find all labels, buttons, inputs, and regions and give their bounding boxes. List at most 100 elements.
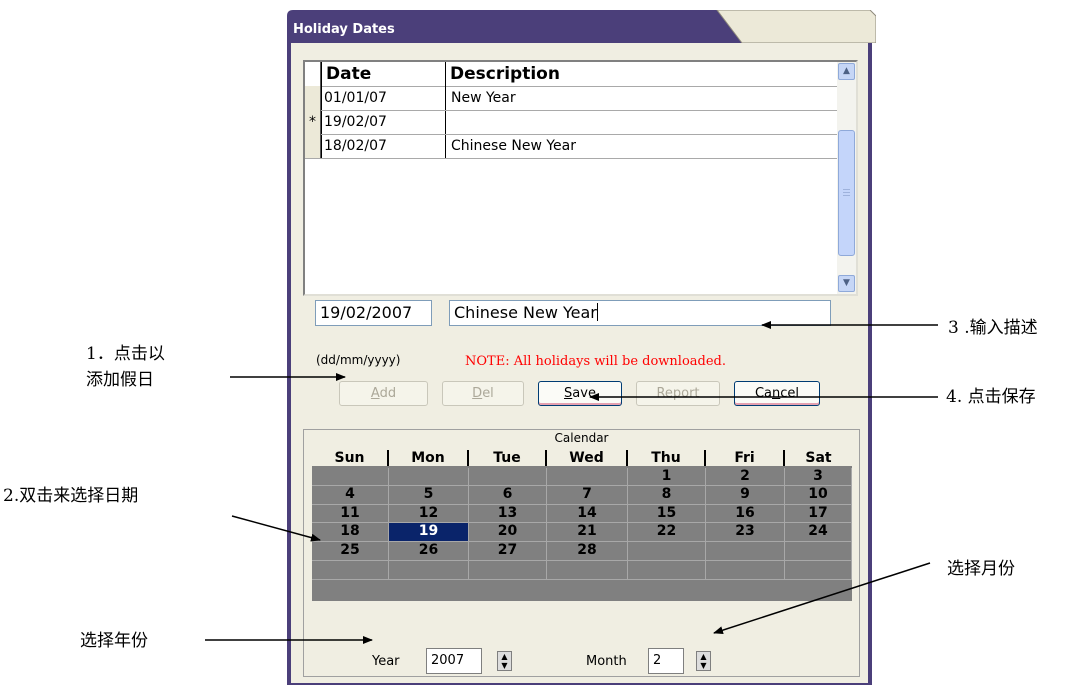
calendar-empty-cell — [547, 561, 628, 580]
calendar-day[interactable]: 17 — [785, 505, 852, 523]
calendar-day[interactable]: 1 — [628, 468, 706, 486]
cell-date[interactable]: 18/02/07 — [322, 134, 445, 158]
cell-description[interactable] — [449, 110, 829, 134]
annotation-add: 1．点击以 添加假日 — [86, 344, 165, 390]
calendar-day[interactable]: 5 — [389, 486, 469, 505]
calendar: Calendar Sun Mon Tue Wed Thu Fri Sat 123456789… — [303, 429, 860, 677]
calendar-day[interactable]: 22 — [628, 523, 706, 542]
calendar-day[interactable]: 4 — [312, 486, 389, 505]
delete-button[interactable]: Del — [442, 381, 524, 406]
calendar-day[interactable]: 28 — [547, 542, 628, 561]
calendar-empty-cell — [547, 468, 628, 486]
calendar-title: Calendar — [554, 431, 609, 445]
calendar-empty-cell — [312, 561, 389, 580]
calendar-empty-cell — [785, 561, 852, 580]
table-row[interactable]: 18/02/07 Chinese New Year — [305, 134, 837, 159]
calendar-day[interactable]: 13 — [469, 505, 547, 523]
day-header-thu: Thu — [628, 450, 706, 466]
calendar-empty-cell — [389, 468, 469, 486]
day-header-sat: Sat — [805, 450, 832, 466]
calendar-day[interactable]: 24 — [785, 523, 852, 542]
annotation-input-description: 3 .输入描述 — [948, 318, 1038, 338]
scroll-thumb[interactable] — [838, 130, 855, 256]
calendar-day[interactable]: 11 — [312, 505, 389, 523]
description-input[interactable]: Chinese New Year — [449, 300, 831, 326]
row-selector[interactable]: * — [305, 110, 321, 134]
cell-description[interactable]: Chinese New Year — [449, 134, 829, 158]
day-header-wed: Wed — [547, 450, 628, 466]
calendar-day[interactable]: 27 — [469, 542, 547, 561]
calendar-day[interactable]: 14 — [547, 505, 628, 523]
calendar-grid[interactable]: 1 2 3 4 5 6 7 8 9 10 11 12 13 14 15 16 17 18 19 20 21 22 23 24 2… — [312, 466, 852, 601]
calendar-day[interactable]: 10 — [785, 486, 852, 505]
calendar-day[interactable]: 23 — [706, 523, 785, 542]
calendar-empty-cell — [785, 542, 852, 561]
calendar-day[interactable]: 8 — [628, 486, 706, 505]
date-format-hint: (dd/mm/yyyy) — [316, 353, 401, 367]
cell-description[interactable]: New Year — [449, 86, 829, 110]
header-selector-cell — [305, 62, 321, 86]
holiday-grid[interactable]: Date Description 01/01/07 New Year * 19/… — [303, 60, 858, 296]
cell-date[interactable]: 01/01/07 — [322, 86, 445, 110]
calendar-day[interactable]: 15 — [628, 505, 706, 523]
vertical-scrollbar[interactable]: ▲ ▼ — [837, 62, 856, 294]
row-selector[interactable] — [305, 134, 321, 158]
calendar-day[interactable]: 19 — [389, 523, 469, 542]
report-button[interactable]: Report — [636, 381, 720, 406]
annotation-select-month: 选择月份 — [947, 559, 1015, 579]
calendar-empty-cell — [706, 561, 785, 580]
date-input[interactable]: 19/02/2007 — [315, 300, 432, 326]
window-title: Holiday Dates — [293, 22, 395, 37]
calendar-empty-cell — [706, 542, 785, 561]
calendar-day[interactable]: 3 — [785, 468, 852, 486]
calendar-day[interactable]: 2 — [706, 468, 785, 486]
cell-date[interactable]: 19/02/07 — [322, 110, 445, 134]
calendar-empty-cell — [469, 468, 547, 486]
annotation-select-year: 选择年份 — [80, 631, 148, 651]
save-button[interactable]: Save — [538, 381, 622, 406]
day-header-sun: Sun — [312, 450, 389, 466]
calendar-empty-cell — [628, 561, 706, 580]
row-selector[interactable] — [305, 86, 321, 110]
calendar-day[interactable]: 16 — [706, 505, 785, 523]
calendar-day[interactable]: 7 — [547, 486, 628, 505]
calendar-day[interactable]: 26 — [389, 542, 469, 561]
add-button[interactable]: Add — [339, 381, 428, 406]
month-label: Month — [586, 654, 627, 669]
calendar-day[interactable]: 6 — [469, 486, 547, 505]
description-value: Chinese New Year — [454, 303, 597, 322]
day-header-tue: Tue — [469, 450, 547, 466]
holiday-dates-window: Holiday Dates Date Description 01/01/07 … — [287, 10, 876, 685]
year-input[interactable]: 2007 — [426, 648, 482, 674]
calendar-day[interactable]: 12 — [389, 505, 469, 523]
year-label: Year — [372, 654, 400, 669]
window-frame: Date Description 01/01/07 New Year * 19/… — [287, 43, 872, 685]
calendar-day[interactable]: 18 — [312, 523, 389, 542]
day-headers: Sun Mon Tue Wed Thu Fri Sat — [312, 450, 852, 466]
day-header-mon: Mon — [389, 450, 469, 466]
cancel-button[interactable]: Cancel — [734, 381, 820, 406]
scroll-down-icon[interactable]: ▼ — [838, 275, 855, 292]
year-spinner-icon[interactable]: ▲ ▼ — [497, 651, 512, 671]
calendar-empty-cell — [628, 542, 706, 561]
text-caret — [596, 303, 598, 321]
column-header-description[interactable]: Description — [446, 62, 836, 86]
calendar-empty-cell — [389, 561, 469, 580]
calendar-day[interactable]: 25 — [312, 542, 389, 561]
day-header-fri: Fri — [706, 450, 785, 466]
calendar-day[interactable]: 20 — [469, 523, 547, 542]
month-input[interactable]: 2 — [648, 648, 684, 674]
calendar-day[interactable]: 21 — [547, 523, 628, 542]
calendar-empty-cell — [312, 468, 389, 486]
download-note: NOTE: All holidays will be downloaded. — [465, 354, 727, 369]
window-body: Date Description 01/01/07 New Year * 19/… — [291, 43, 868, 683]
column-header-date[interactable]: Date — [322, 62, 446, 86]
scroll-up-icon[interactable]: ▲ — [838, 63, 855, 80]
calendar-empty-cell — [469, 561, 547, 580]
month-spinner-icon[interactable]: ▲ ▼ — [696, 651, 711, 671]
calendar-day[interactable]: 9 — [706, 486, 785, 505]
grid-header: Date Description — [305, 62, 837, 87]
table-row[interactable]: 01/01/07 New Year — [305, 86, 837, 111]
table-row[interactable]: * 19/02/07 — [305, 110, 837, 135]
annotation-select-date: 2.双击来选择日期 — [3, 486, 139, 506]
